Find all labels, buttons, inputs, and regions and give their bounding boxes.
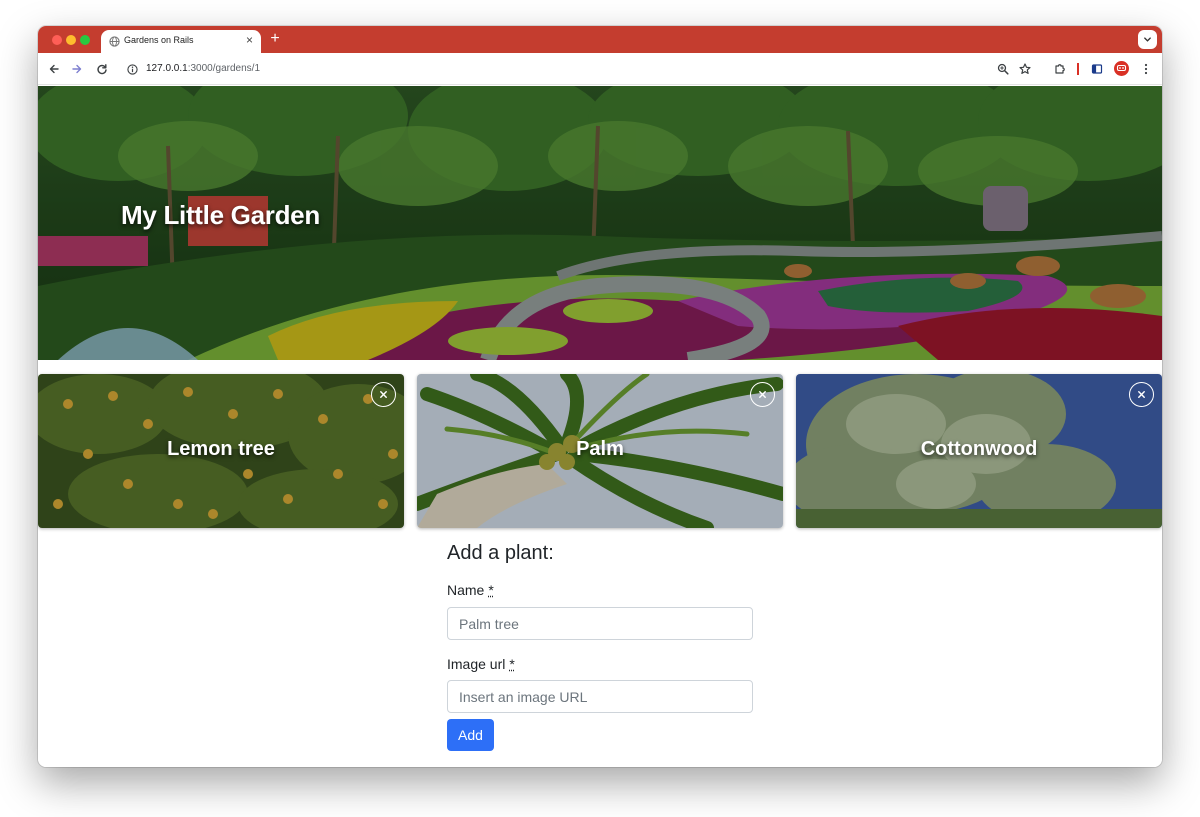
- tab-title: Gardens on Rails: [124, 35, 194, 45]
- remove-plant-button[interactable]: [371, 382, 396, 407]
- tab-close-icon[interactable]: ×: [246, 33, 253, 47]
- new-tab-button[interactable]: +: [268, 29, 282, 49]
- required-marker: *: [488, 582, 494, 598]
- remove-plant-button[interactable]: [750, 382, 775, 407]
- browser-toolbar: 127.0.0.1:3000/gardens/1: [38, 53, 1162, 85]
- url-host: 127.0.0.1: [146, 63, 188, 74]
- zoom-button[interactable]: [995, 61, 1011, 77]
- plant-card: Cottonwood: [796, 374, 1162, 528]
- name-input[interactable]: [447, 607, 753, 640]
- back-button[interactable]: [46, 61, 62, 77]
- image-url-input[interactable]: [447, 680, 753, 713]
- arrow-left-icon: [49, 64, 59, 74]
- window-maximize-button[interactable]: [80, 35, 90, 45]
- side-panel-icon: [1091, 64, 1103, 74]
- reload-button[interactable]: [94, 61, 110, 77]
- forward-button[interactable]: [69, 61, 85, 77]
- profile-icon: [1116, 64, 1127, 72]
- plant-name: Lemon tree: [167, 438, 275, 460]
- reload-icon: [97, 64, 107, 75]
- toolbar-divider: [1077, 63, 1079, 75]
- browser-menu-button[interactable]: [1138, 61, 1154, 77]
- browser-window: Gardens on Rails × + 127.0.0.1:3000/gard…: [38, 26, 1162, 767]
- close-icon: [1138, 391, 1145, 398]
- page-content: My Little Garden Lemon tree Palm Cottonw…: [38, 86, 1162, 767]
- form-heading: Add a plant:: [447, 542, 554, 564]
- chevron-down-icon: [1144, 37, 1151, 42]
- plant-name: Palm: [576, 438, 624, 460]
- name-label: Name *: [447, 582, 494, 598]
- more-vertical-icon: [1144, 63, 1148, 75]
- site-info-button[interactable]: [124, 61, 140, 77]
- image-url-label: Image url *: [447, 656, 515, 672]
- window-close-button[interactable]: [52, 35, 62, 45]
- garden-title: My Little Garden: [121, 200, 320, 230]
- window-minimize-button[interactable]: [66, 35, 76, 45]
- garden-hero-banner: My Little Garden: [38, 86, 1162, 360]
- tab-search-button[interactable]: [1138, 30, 1157, 49]
- profile-avatar[interactable]: [1114, 61, 1129, 76]
- close-icon: [380, 391, 387, 398]
- remove-plant-button[interactable]: [1129, 382, 1154, 407]
- plant-name: Cottonwood: [920, 438, 1038, 460]
- add-plant-button[interactable]: Add: [447, 719, 494, 751]
- puzzle-icon: [1055, 64, 1065, 74]
- arrow-right-icon: [72, 64, 82, 74]
- side-panel-button[interactable]: [1089, 61, 1105, 77]
- required-marker: *: [509, 656, 515, 672]
- zoom-icon: [997, 63, 1009, 75]
- tab-gardens-on-rails[interactable]: Gardens on Rails ×: [101, 30, 261, 53]
- extensions-button[interactable]: [1052, 61, 1068, 77]
- star-icon: [1019, 63, 1031, 74]
- tab-strip: Gardens on Rails × +: [38, 26, 1162, 53]
- plant-card: Palm: [417, 374, 783, 528]
- name-label-text: Name: [447, 582, 485, 598]
- bookmark-button[interactable]: [1017, 61, 1033, 77]
- url-path: :3000/gardens/1: [187, 63, 260, 74]
- globe-icon: [109, 36, 120, 47]
- plant-card: Lemon tree: [38, 374, 404, 528]
- info-icon: [126, 63, 138, 75]
- image-url-label-text: Image url: [447, 656, 506, 672]
- close-icon: [759, 391, 766, 398]
- address-bar[interactable]: 127.0.0.1:3000/gardens/1: [146, 63, 260, 74]
